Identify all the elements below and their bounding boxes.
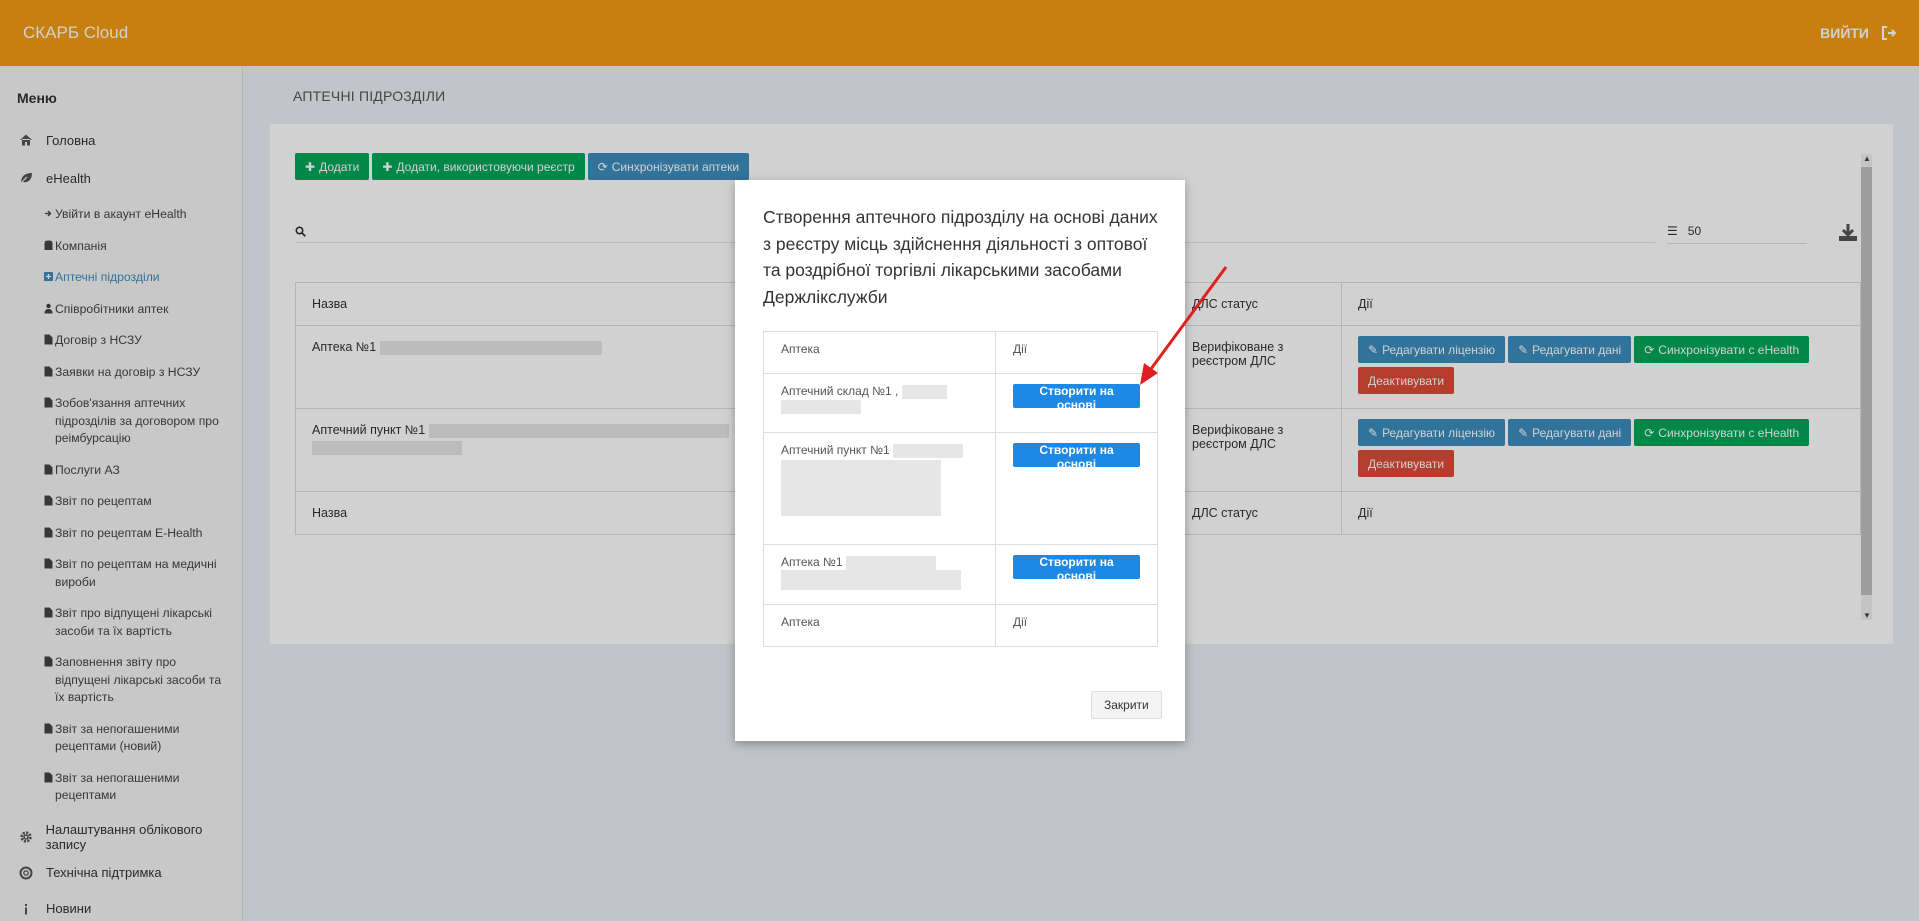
modal-title: Створення аптечного підрозділу на основі… (763, 207, 1158, 307)
table-row: Аптека №1 Створити на основі (763, 544, 1158, 605)
table-cell-actions: Створити на основі (995, 544, 1158, 605)
create-from-registry-modal: Створення аптечного підрозділу на основі… (735, 180, 1185, 741)
table-cell-pharmacy: Аптечний пункт №1 (763, 432, 996, 545)
redacted-text (781, 399, 861, 414)
footer-actions: Дії (995, 604, 1158, 647)
table-cell-pharmacy: Аптека №1 (763, 544, 996, 605)
registry-table: Аптека Дії Аптечний склад №1 , Створити … (763, 331, 1158, 647)
table-cell-actions: Створити на основі (995, 432, 1158, 545)
table-row: Аптечний склад №1 , Створити на основі (763, 373, 1158, 433)
table-row: Аптечний пункт №1 Створити на основі (763, 432, 1158, 545)
close-button[interactable]: Закрити (1091, 691, 1162, 719)
table-footer-row: Аптека Дії (763, 604, 1158, 647)
redacted-text (845, 555, 936, 570)
footer-pharmacy: Аптека (763, 604, 996, 647)
column-header-pharmacy: Аптека (763, 331, 996, 374)
table-header-row: Аптека Дії (763, 331, 1158, 374)
redacted-text (781, 569, 961, 590)
redacted-text (893, 443, 963, 458)
annotation-arrow (1140, 266, 1228, 385)
create-from-registry-button[interactable]: Створити на основі (1013, 384, 1140, 412)
create-from-registry-button[interactable]: Створити на основі (1013, 443, 1140, 471)
redacted-text (901, 384, 947, 399)
create-from-registry-button[interactable]: Створити на основі (1013, 555, 1140, 583)
redacted-text (781, 459, 941, 516)
table-cell-pharmacy: Аптечний склад №1 , (763, 373, 996, 433)
